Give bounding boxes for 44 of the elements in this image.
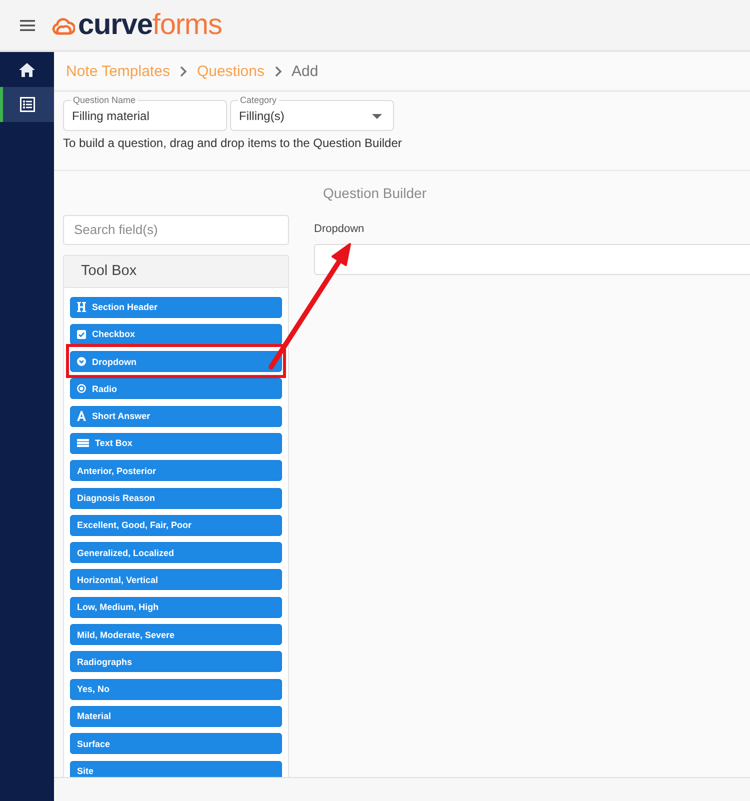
breadcrumb-current: Add	[292, 62, 318, 80]
toolbox-item[interactable]: Short Answer	[70, 406, 282, 427]
select-field[interactable]: Category Filling(s)	[230, 94, 394, 130]
toolbox-item[interactable]: Dropdown	[70, 351, 282, 372]
toolbox-item[interactable]: Surface	[70, 733, 282, 754]
text-field[interactable]: Question Name Filling material	[63, 94, 227, 130]
menu-icon[interactable]	[20, 20, 35, 30]
toolbox-item[interactable]: Anterior, Posterior	[70, 460, 282, 482]
chevron-icon	[180, 66, 187, 76]
field-label: Dropdown	[314, 222, 364, 236]
toolbox-item[interactable]: Radiographs	[70, 651, 282, 672]
bars-icon	[77, 439, 89, 448]
checkbox-icon	[77, 330, 86, 339]
toolbox-item[interactable]: Checkbox	[70, 324, 282, 345]
breadcrumb-link[interactable]: Note Templates	[66, 62, 170, 80]
toolbox-item[interactable]: Material	[70, 706, 282, 727]
home-icon	[19, 62, 35, 76]
nav-item[interactable]	[0, 87, 54, 122]
list-icon	[20, 97, 34, 112]
toolbox-item[interactable]: Section Header	[70, 296, 282, 318]
toolbox-item[interactable]: Generalized, Localized	[70, 542, 282, 564]
chevron-icon	[274, 66, 282, 76]
toolbox-item[interactable]: Text Box	[70, 432, 282, 454]
section-title: Question Builder	[323, 184, 427, 202]
radio-icon	[77, 384, 86, 394]
toolbox-item[interactable]: Low, Medium, High	[70, 596, 282, 618]
chevron-circle-icon	[77, 357, 86, 366]
toolbox-item[interactable]: Site	[70, 760, 282, 777]
caret-icon	[372, 114, 382, 118]
toolbox-item[interactable]: Excellent, Good, Fair, Poor	[70, 514, 282, 536]
toolbox-item[interactable]: Mild, Moderate, Severe	[70, 624, 282, 646]
toolbox-title: Tool Box	[64, 256, 288, 288]
toolbox-item[interactable]: Radio	[70, 378, 282, 400]
search-field[interactable]: Search field(s)	[63, 214, 289, 244]
toolbox-item[interactable]: Yes, No	[70, 678, 282, 700]
breadcrumb-link[interactable]: Questions	[196, 62, 264, 80]
font-icon	[77, 411, 86, 422]
toolbox-item[interactable]: Horizontal, Vertical	[70, 569, 282, 590]
heading-icon	[77, 302, 86, 312]
instruction-text: To build a question, drag and drop items to the Question Builder	[63, 136, 402, 150]
cloud-icon	[52, 16, 75, 34]
dropdown-field[interactable]	[314, 244, 750, 274]
logo-wordmark[interactable]: curveforms	[78, 8, 222, 42]
toolbox-item[interactable]: Diagnosis Reason	[70, 488, 282, 509]
